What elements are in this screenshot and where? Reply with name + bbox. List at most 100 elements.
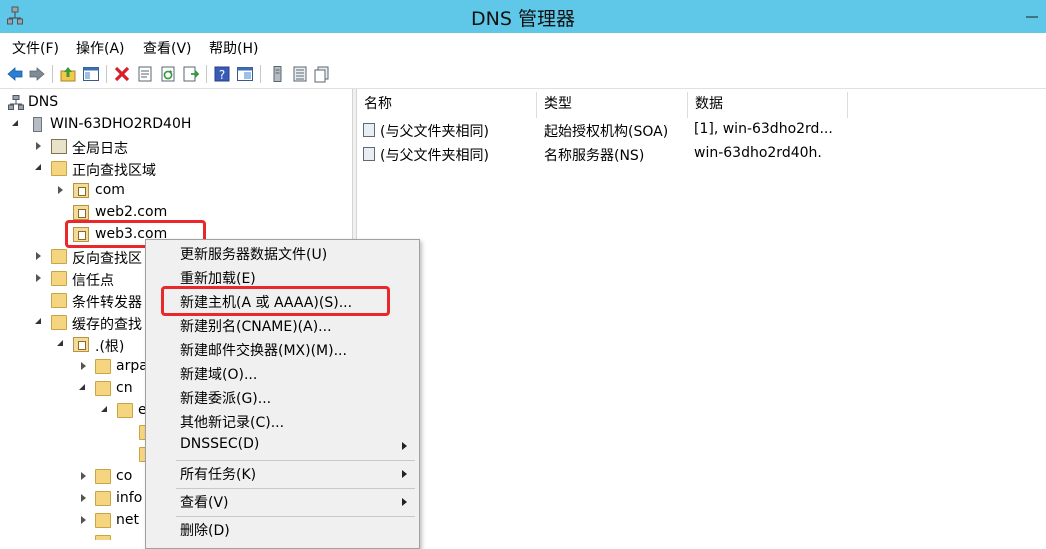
submenu-arrow-icon [402, 470, 407, 478]
menu-view[interactable]: 查看(V) [143, 38, 192, 58]
tree-label: DNS [28, 94, 59, 110]
zone-icon [73, 183, 89, 198]
record-icon [363, 147, 375, 161]
delete-icon[interactable] [113, 65, 131, 83]
tree-node-forward-zones[interactable]: 正向查找区域 [0, 158, 300, 180]
submenu-arrow-icon [402, 498, 407, 506]
tree-node-dns[interactable]: DNS [0, 92, 300, 114]
menu-item-new-mx[interactable]: 新建邮件交换器(MX)(M)... [180, 340, 347, 362]
refresh-icon[interactable] [159, 65, 177, 83]
tree-label: web2.com [95, 204, 168, 220]
menu-item-new-domain[interactable]: 新建域(O)... [180, 364, 257, 386]
menu-item-new-alias[interactable]: 新建别名(CNAME)(A)... [180, 316, 332, 338]
up-folder-icon[interactable] [59, 65, 77, 83]
tree-node-nested-folder[interactable] [0, 444, 160, 466]
record-row[interactable]: (与父文件夹相同) 名称服务器(NS) win-63dho2rd40h. [357, 142, 1046, 166]
server-icon [33, 117, 42, 132]
export-list-icon[interactable] [182, 65, 200, 83]
folder-icon [95, 491, 111, 506]
menu-action[interactable]: 操作(A) [76, 38, 125, 58]
record-data: [1], win-63dho2rd... [694, 121, 833, 137]
records-icon[interactable] [313, 65, 331, 83]
collapsed-arrow-icon[interactable] [36, 252, 41, 260]
expanded-arrow-icon[interactable] [12, 120, 18, 126]
collapsed-arrow-icon[interactable] [58, 186, 63, 194]
tree-node-global-log[interactable]: 全局日志 [0, 136, 300, 158]
tree-label: .(根) [95, 339, 125, 355]
record-name: (与父文件夹相同) [380, 148, 489, 164]
tree-node-server[interactable]: WIN-63DHO2RD40H [0, 114, 300, 136]
folder-icon [51, 315, 67, 330]
console-icon[interactable] [236, 65, 254, 83]
tree-label: 反向查找区 [72, 251, 142, 267]
column-header-name[interactable]: 名称 [357, 92, 537, 118]
record-type: 名称服务器(NS) [544, 148, 645, 164]
folder-icon [95, 513, 111, 528]
tree-label: 条件转发器 [72, 295, 142, 311]
menu-item-view[interactable]: 查看(V) [180, 492, 229, 514]
list-icon[interactable] [291, 65, 309, 83]
column-header-type[interactable]: 类型 [537, 92, 688, 118]
folder-icon [95, 359, 111, 374]
tree-label: 正向查找区域 [72, 163, 156, 179]
record-data: win-63dho2rd40h. [694, 145, 822, 161]
expanded-arrow-icon[interactable] [35, 164, 41, 170]
menu-bar: 文件(F) 操作(A) 查看(V) 帮助(H) [0, 34, 1046, 60]
tree-label: co [116, 468, 133, 484]
forward-arrow-icon[interactable] [28, 65, 46, 83]
toolbar-separator [106, 65, 107, 83]
tree-label: WIN-63DHO2RD40H [50, 116, 192, 132]
dns-root-icon [8, 95, 24, 110]
server-icon[interactable] [269, 65, 287, 83]
expanded-arrow-icon[interactable] [101, 406, 107, 412]
tree-node-partial[interactable] [0, 532, 160, 540]
tree-node-zone-com[interactable]: com [0, 180, 300, 202]
menu-separator [176, 488, 415, 489]
tree-label: cn [116, 380, 133, 396]
tree-label: 全局日志 [72, 141, 128, 157]
tree-label: net [116, 512, 139, 528]
back-arrow-icon[interactable] [6, 65, 24, 83]
submenu-arrow-icon [402, 442, 407, 450]
menu-file[interactable]: 文件(F) [12, 38, 59, 58]
record-row[interactable]: (与父文件夹相同) 起始授权机构(SOA) [1], win-63dho2rd.… [357, 118, 1046, 142]
tree-node-nested-folder[interactable] [0, 422, 160, 444]
folder-icon [95, 381, 111, 396]
tree-label: 缓存的查找 [72, 317, 142, 333]
tree-label: arpa [116, 358, 148, 374]
expanded-arrow-icon[interactable] [79, 384, 85, 390]
menu-help[interactable]: 帮助(H) [209, 38, 258, 58]
tree-label: 信任点 [72, 273, 114, 289]
log-icon [51, 139, 67, 154]
menu-item-other-records[interactable]: 其他新记录(C)... [180, 412, 284, 434]
menu-item-dnssec[interactable]: DNSSEC(D) [180, 436, 259, 458]
toolbar-separator [206, 65, 207, 83]
menu-item-all-tasks[interactable]: 所有任务(K) [180, 464, 256, 486]
show-hide-tree-icon[interactable] [82, 65, 100, 83]
collapsed-arrow-icon[interactable] [36, 274, 41, 282]
record-type: 起始授权机构(SOA) [544, 124, 669, 140]
folder-icon [95, 469, 111, 484]
collapsed-arrow-icon[interactable] [81, 516, 86, 524]
collapsed-arrow-icon[interactable] [81, 362, 86, 370]
menu-separator [176, 516, 415, 517]
collapsed-arrow-icon[interactable] [36, 142, 41, 150]
svg-text:?: ? [219, 68, 225, 82]
folder-icon [51, 161, 67, 176]
expanded-arrow-icon[interactable] [57, 340, 63, 346]
records-list[interactable]: 名称 类型 数据 (与父文件夹相同) 起始授权机构(SOA) [1], win-… [357, 89, 1046, 540]
expanded-arrow-icon[interactable] [35, 318, 41, 324]
menu-item-update-data-file[interactable]: 更新服务器数据文件(U) [180, 244, 327, 266]
minimize-button[interactable] [1016, 0, 1046, 33]
column-header-data[interactable]: 数据 [688, 92, 848, 118]
folder-icon [95, 535, 111, 540]
folder-icon [117, 403, 133, 418]
collapsed-arrow-icon[interactable] [81, 472, 86, 480]
highlight-box-new-host [161, 286, 390, 316]
menu-item-new-delegation[interactable]: 新建委派(G)... [180, 388, 271, 410]
collapsed-arrow-icon[interactable] [81, 494, 86, 502]
folder-icon [51, 271, 67, 286]
help-icon[interactable]: ? [213, 65, 231, 83]
properties-icon[interactable] [136, 65, 154, 83]
menu-item-delete[interactable]: 删除(D) [180, 520, 230, 542]
